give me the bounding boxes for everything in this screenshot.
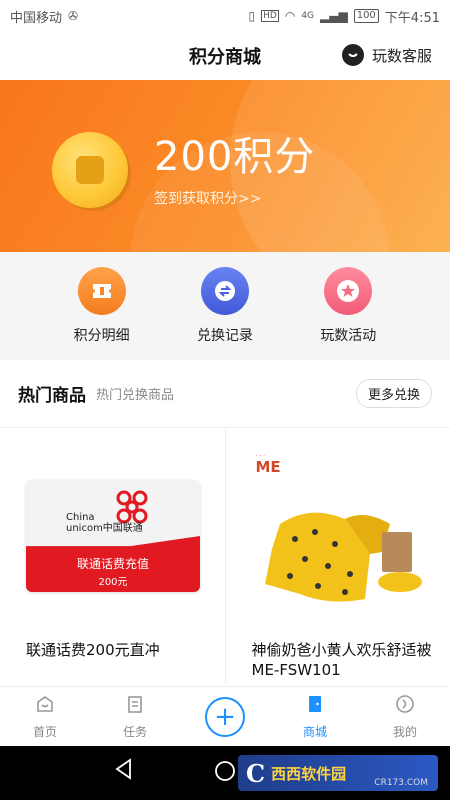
task-icon xyxy=(125,694,145,719)
network-label: 4G xyxy=(301,11,315,21)
signin-link[interactable]: 签到获取积分>> xyxy=(154,188,261,208)
nav-home-label: 首页 xyxy=(32,724,57,739)
exchange-record-button[interactable]: 兑换记录 xyxy=(180,267,270,345)
usb-icon: ✇ xyxy=(68,9,79,23)
signal-icon: ▂▄▆ xyxy=(320,9,348,23)
quick-actions: 积分明细 兑换记录 玩数活动 xyxy=(0,252,450,360)
android-nav-bar: C 西西软件园 CR173.COM xyxy=(0,746,450,800)
status-right: ▯ HD ◠ 4G ▂▄▆ 100 下午4:51 xyxy=(249,7,440,26)
unicom-card-image: China unicom中国联通 联通话费充值 200元 xyxy=(26,480,200,592)
hot-products-header: 热门商品 热门兑换商品 更多兑换 xyxy=(0,360,450,428)
exchange-icon xyxy=(200,267,249,315)
activities-label: 玩数活动 xyxy=(320,328,377,344)
section-subtitle: 热门兑换商品 xyxy=(96,388,175,403)
unicom-brand-line-2: unicom中国联通 xyxy=(66,523,143,534)
me-logo-text: ME xyxy=(255,458,281,476)
product-name: 神偷奶爸小黄人欢乐舒适被ME-FSW101 xyxy=(251,641,432,679)
carrier-text: 中国移动 xyxy=(10,10,63,26)
nav-store[interactable]: 商城 xyxy=(270,687,360,746)
nav-task-label: 任务 xyxy=(122,724,147,739)
unicom-logo-text: China unicom中国联通 xyxy=(66,512,143,534)
page-title: 积分商城 xyxy=(189,47,261,68)
back-icon[interactable] xyxy=(114,758,134,786)
nav-task[interactable]: 任务 xyxy=(90,687,180,746)
watermark-logo: C 西西软件园 CR173.COM xyxy=(238,755,438,791)
store-icon xyxy=(305,694,325,719)
points-banner: 200积分 签到获取积分>> xyxy=(0,80,450,252)
status-bar: 中国移动 ✇ ▯ HD ◠ 4G ▂▄▆ 100 下午4:51 xyxy=(0,0,450,32)
app-header: 积分商城 玩数客服 xyxy=(0,32,450,80)
unicom-card-top: China unicom中国联通 xyxy=(26,480,200,546)
coin-icon xyxy=(52,132,128,208)
status-left: 中国移动 ✇ xyxy=(10,7,78,26)
star-icon xyxy=(324,267,373,315)
wifi-icon: ◠ xyxy=(284,9,296,23)
customer-service-label: 玩数客服 xyxy=(371,46,432,65)
watermark-url: CR173.COM xyxy=(374,778,428,788)
nav-store-label: 商城 xyxy=(302,724,327,739)
nav-profile-label: 我的 xyxy=(392,724,417,739)
nav-profile[interactable]: 我的 xyxy=(360,687,450,746)
product-name: 联通话费200元直冲 xyxy=(26,641,160,659)
product-card-blanket[interactable]: · · · ME 神偷奶爸小黄人欢乐舒适被ME-FSW101 xyxy=(224,428,450,684)
unicom-card-amount: 200元 xyxy=(98,577,128,588)
home-button-icon[interactable] xyxy=(214,760,236,788)
vibrate-icon: ▯ xyxy=(248,9,256,23)
plus-icon: + xyxy=(205,696,245,737)
coin-square xyxy=(76,156,104,184)
watermark-text: 西西软件园 xyxy=(271,764,347,783)
points-detail-button[interactable]: 积分明细 xyxy=(57,267,147,345)
bottom-nav: 首页 任务 + 商城 我的 xyxy=(0,686,450,746)
points-balance: 200积分 xyxy=(154,134,316,180)
product-grid: China unicom中国联通 联通话费充值 200元 联通话费200元直冲 … xyxy=(0,428,450,684)
more-exchange-button[interactable]: 更多兑换 xyxy=(355,379,432,408)
profile-icon xyxy=(395,694,415,719)
nav-home[interactable]: 首页 xyxy=(0,687,90,746)
me-logo: · · · ME xyxy=(255,454,281,476)
home-icon xyxy=(35,694,55,719)
chat-icon xyxy=(341,44,364,66)
watermark-c-logo: C xyxy=(246,758,266,788)
blanket-image xyxy=(264,512,422,602)
product-card-unicom[interactable]: China unicom中国联通 联通话费充值 200元 联通话费200元直冲 xyxy=(0,428,225,684)
ticket-icon xyxy=(77,267,126,315)
unicom-card-plan: 联通话费充值 xyxy=(76,557,149,571)
battery-indicator: 100 xyxy=(353,9,379,23)
clock: 下午4:51 xyxy=(384,10,440,26)
customer-service-button[interactable]: 玩数客服 xyxy=(341,44,432,66)
activities-button[interactable]: 玩数活动 xyxy=(303,267,393,345)
unicom-brand-line-1: China xyxy=(66,512,95,523)
hd-icon: HD xyxy=(261,10,279,22)
nav-add[interactable]: + xyxy=(180,687,270,746)
section-title: 热门商品 xyxy=(18,386,86,406)
points-detail-label: 积分明细 xyxy=(73,328,130,344)
exchange-record-label: 兑换记录 xyxy=(196,328,253,344)
